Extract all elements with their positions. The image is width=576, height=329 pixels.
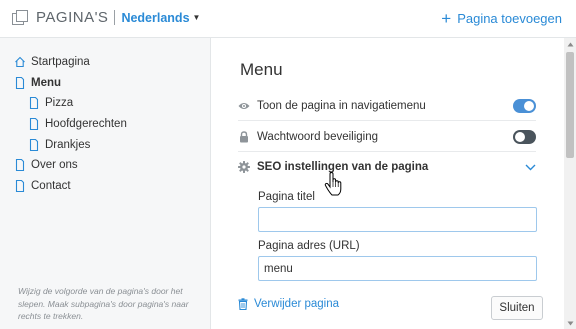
show-in-nav-row: Toon de pagina in navigatiemenu [238,91,536,121]
page-settings-panel: Menu Toon de pagina in navigatiemenu Wac… [212,38,564,329]
password-label: Wachtwoord beveiliging [257,130,379,143]
page-url-input[interactable] [258,256,537,281]
logo-text: PAGINA'S [36,9,109,26]
page-icon [15,159,25,172]
sidebar-item-label: Drankjes [45,138,91,151]
page-icon [29,97,39,110]
sidebar-item-hoofdgerechten[interactable]: Hoofdgerechten [14,114,127,135]
eye-icon [238,101,250,111]
page-icon [15,76,25,89]
sidebar-item-label: Over ons [31,159,78,172]
show-in-nav-toggle[interactable] [513,98,536,113]
close-button[interactable]: Sluiten [491,296,543,320]
sidebar-item-label: Pizza [45,97,74,110]
sidebar-item-pizza[interactable]: Pizza [14,93,127,114]
scroll-down-arrow-icon[interactable] [564,317,576,329]
add-page-label: Pagina toevoegen [457,11,562,26]
chevron-down-icon[interactable] [525,164,536,171]
sidebar-item-startpagina[interactable]: Startpagina [14,52,127,73]
sidebar-item-label: Contact [31,179,71,192]
page-title-field-label: Pagina titel [258,191,315,203]
seo-settings-label: SEO instellingen van de pagina [257,161,429,173]
password-toggle[interactable] [513,129,536,144]
reorder-hint: Wijzig de volgorde van de pagina's door … [18,286,189,321]
sidebar-item-label: Startpagina [31,56,90,69]
home-icon [15,57,25,68]
seo-settings-row[interactable]: SEO instellingen van de pagina [238,152,536,182]
delete-page-button[interactable]: Verwijder pagina [238,298,339,310]
language-label: Nederlands [121,10,190,25]
sidebar-item-drankjes[interactable]: Drankjes [14,134,127,155]
scroll-thumb[interactable] [566,52,574,158]
plus-icon: + [441,9,452,28]
sidebar-item-label: Hoofdgerechten [45,118,127,131]
scrollbar[interactable] [564,38,576,329]
language-selector[interactable]: Nederlands ▼ [121,11,200,25]
add-page-button[interactable]: + Pagina toevoegen [441,10,562,27]
page-title-input[interactable] [258,207,537,232]
sidebar-item-label: Menu [31,76,62,89]
trash-icon [238,298,248,310]
sidebar-item-over-ons[interactable]: Over ons [14,155,127,176]
logo: PAGINA'S Nederlands ▼ [12,9,200,26]
logo-divider [114,10,116,25]
password-row: Wachtwoord beveiliging [238,122,536,152]
gear-icon [238,161,250,173]
page-tree: Startpagina Menu Pizza Hoofdgerechten Dr… [14,52,127,196]
lock-icon [238,130,250,143]
top-bar: PAGINA'S Nederlands ▼ + Pagina toevoegen [0,0,576,38]
pages-icon [12,9,28,26]
page-icon [29,118,39,131]
sidebar: Startpagina Menu Pizza Hoofdgerechten Dr… [0,38,211,329]
show-in-nav-label: Toon de pagina in navigatiemenu [257,99,426,112]
page-icon [29,138,39,151]
delete-page-label: Verwijder pagina [254,298,340,310]
sidebar-item-menu[interactable]: Menu [14,73,127,94]
page-icon [15,179,25,192]
sidebar-item-contact[interactable]: Contact [14,176,127,197]
page-title: Menu [240,60,283,79]
caret-down-icon: ▼ [192,13,201,22]
scroll-up-arrow-icon[interactable] [564,38,576,50]
page-url-field-label: Pagina adres (URL) [258,240,360,252]
